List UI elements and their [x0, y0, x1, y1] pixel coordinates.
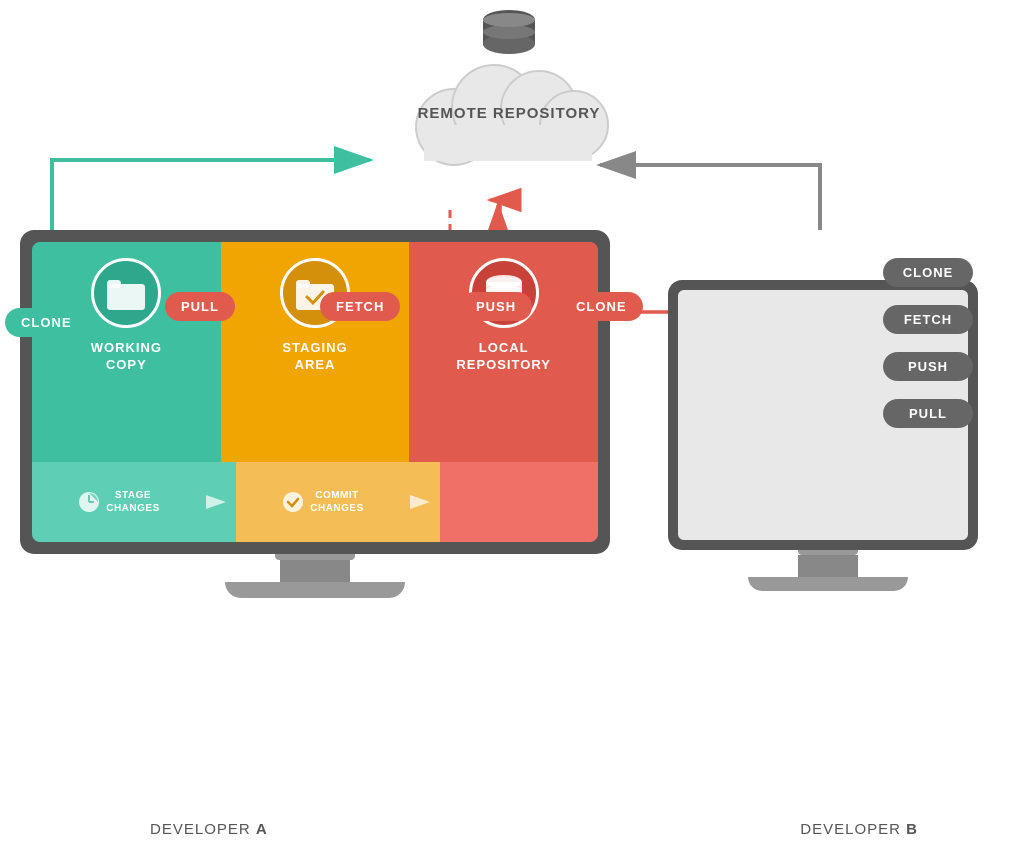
stage-changes-strip: STAGECHANGES [32, 462, 206, 542]
pill-clone-right: CLONE [560, 292, 643, 321]
monitor-screen-a: WORKINGCOPY STAGINGAREA [20, 230, 610, 554]
pill-b-pull: PULL [883, 399, 973, 428]
pill-pull: PULL [165, 292, 235, 321]
developer-a-label: DEVELOPER A [150, 821, 268, 838]
commit-changes-label: COMMITCHANGES [310, 489, 364, 515]
pill-clone-left: CLONE [5, 308, 88, 337]
pill-b-clone: CLONE [883, 258, 973, 287]
monitor-stand-b [668, 550, 988, 591]
commit-changes-strip: COMMITCHANGES [236, 462, 410, 542]
staging-area-section: STAGINGAREA [221, 242, 410, 462]
pill-push: PUSH [460, 292, 532, 321]
commit-icon [282, 491, 304, 513]
local-repo-strip [440, 462, 598, 542]
working-copy-label: WORKINGCOPY [91, 340, 162, 374]
staging-area-label: STAGINGAREA [282, 340, 347, 374]
working-copy-section: WORKINGCOPY [32, 242, 221, 462]
pill-b-fetch: FETCH [883, 305, 973, 334]
working-copy-icon-circle [91, 258, 161, 328]
database-icon [479, 10, 539, 60]
monitor-stand-a [20, 554, 610, 598]
monitor-a: WORKINGCOPY STAGINGAREA [20, 230, 620, 598]
local-repo-label: LOCALREPOSITORY [456, 340, 551, 374]
developer-b-label: DEVELOPER B [800, 821, 918, 838]
stage-changes-label: STAGECHANGES [106, 489, 160, 515]
local-repo-section: LOCALREPOSITORY [409, 242, 598, 462]
arrow-wc-sa [206, 487, 236, 517]
pill-b-push: PUSH [883, 352, 973, 381]
remote-repository-area: REMOTE REPOSITORY [369, 10, 649, 122]
pill-fetch: FETCH [320, 292, 400, 321]
diagram-container: REMOTE REPOSITORY WORKINGCOPY [0, 0, 1018, 858]
folder-icon-wc [107, 276, 145, 310]
remote-repo-label: REMOTE REPOSITORY [418, 105, 601, 122]
stage-icon [78, 491, 100, 513]
arrow-sa-lr [410, 487, 440, 517]
